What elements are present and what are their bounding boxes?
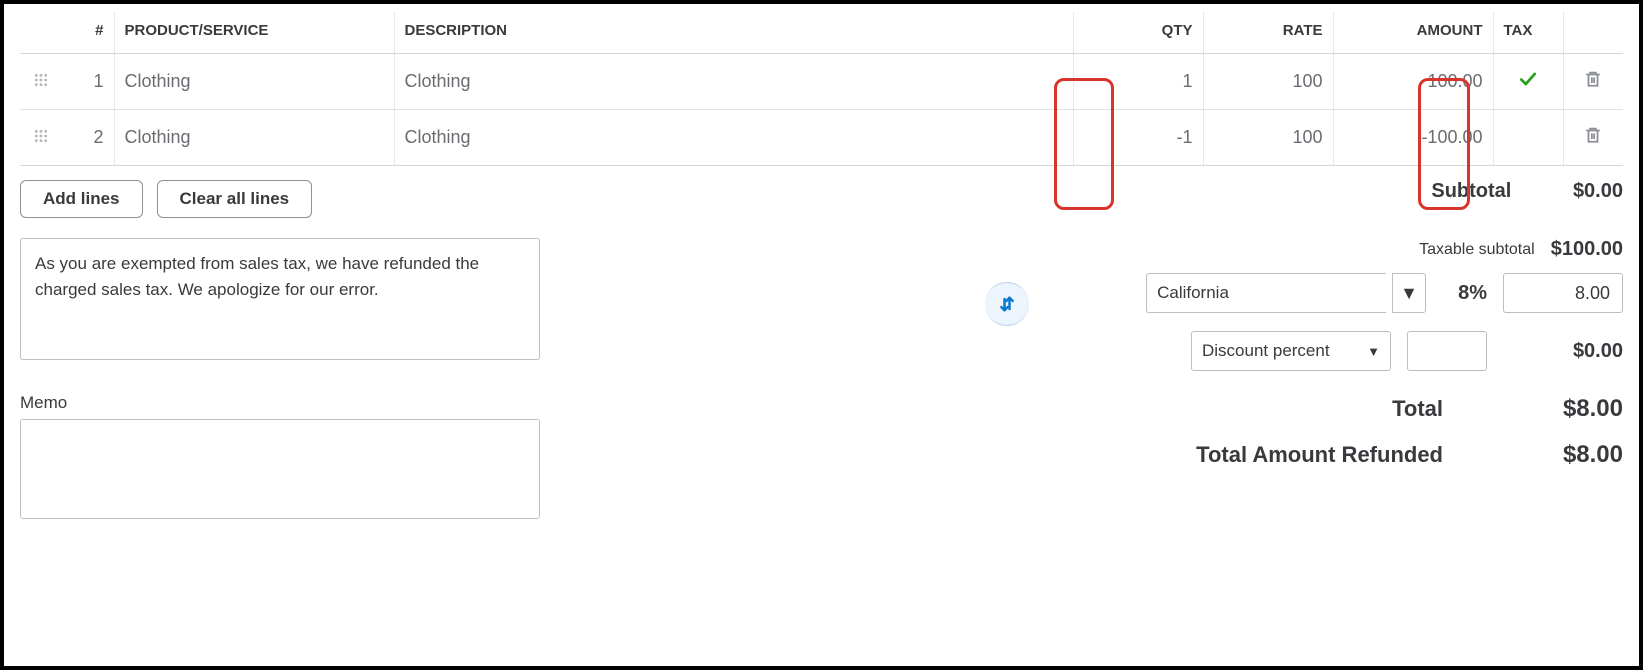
drag-handle-icon[interactable] (34, 129, 48, 143)
tax-jurisdiction-value: California (1157, 283, 1229, 303)
col-qty: QTY (1073, 12, 1203, 54)
refunded-label: Total Amount Refunded (1196, 442, 1443, 468)
row-num: 2 (62, 110, 114, 166)
taxable-subtotal-label: Taxable subtotal (1419, 241, 1535, 259)
tax-check-icon[interactable] (1519, 70, 1537, 88)
col-delete (1563, 12, 1623, 54)
clear-all-lines-button[interactable]: Clear all lines (157, 180, 313, 218)
row-rate[interactable]: 100 (1203, 110, 1333, 166)
row-product[interactable]: Clothing (114, 110, 394, 166)
col-tax: TAX (1493, 12, 1563, 54)
invoice-panel: # PRODUCT/SERVICE DESCRIPTION QTY RATE A… (0, 0, 1643, 670)
subtotal-value: $0.00 (1573, 180, 1623, 202)
row-description[interactable]: Clothing (394, 54, 1073, 110)
tax-select-caret[interactable]: ▼ (1392, 273, 1426, 313)
row-description[interactable]: Clothing (394, 110, 1073, 166)
refunded-value: $8.00 (1503, 441, 1623, 469)
discount-type-value: Discount percent (1202, 341, 1330, 361)
delete-row-icon[interactable] (1584, 70, 1602, 88)
customer-note-input[interactable] (20, 238, 540, 360)
row-rate[interactable]: 100 (1203, 54, 1333, 110)
row-product[interactable]: Clothing (114, 54, 394, 110)
tax-jurisdiction-select[interactable]: California (1146, 273, 1386, 313)
row-amount[interactable]: -100.00 (1333, 110, 1493, 166)
subtotal-line: Subtotal $0.00 (1431, 180, 1623, 203)
table-row[interactable]: 2 Clothing Clothing -1 100 -100.00 (20, 110, 1623, 166)
table-row[interactable]: 1 Clothing Clothing 1 100 100.00 (20, 54, 1623, 110)
total-value: $8.00 (1503, 395, 1623, 423)
col-num: # (62, 12, 114, 54)
row-qty[interactable]: -1 (1073, 110, 1203, 166)
drag-handle-icon[interactable] (34, 73, 48, 87)
memo-input[interactable] (20, 419, 540, 519)
total-label: Total (1392, 396, 1443, 422)
line-items-table: # PRODUCT/SERVICE DESCRIPTION QTY RATE A… (20, 12, 1623, 166)
row-amount[interactable]: 100.00 (1333, 54, 1493, 110)
row-num: 1 (62, 54, 114, 110)
caret-down-icon: ▼ (1400, 283, 1418, 304)
discount-type-select[interactable]: Discount percent ▼ (1191, 331, 1391, 371)
discount-amount: $0.00 (1503, 340, 1623, 363)
taxable-subtotal-value: $100.00 (1551, 238, 1623, 261)
swap-order-icon[interactable] (985, 282, 1029, 326)
delete-row-icon[interactable] (1584, 126, 1602, 144)
col-drag (20, 12, 62, 54)
discount-value-input[interactable] (1407, 331, 1487, 371)
col-description: DESCRIPTION (394, 12, 1073, 54)
tax-percent: 8% (1458, 282, 1487, 305)
col-amount: AMOUNT (1333, 12, 1493, 54)
tax-amount-input[interactable] (1503, 273, 1623, 313)
col-product: PRODUCT/SERVICE (114, 12, 394, 54)
add-lines-button[interactable]: Add lines (20, 180, 143, 218)
subtotal-label: Subtotal (1431, 180, 1511, 202)
row-qty[interactable]: 1 (1073, 54, 1203, 110)
row-tax-empty[interactable] (1493, 110, 1563, 166)
col-rate: RATE (1203, 12, 1333, 54)
memo-label: Memo (20, 393, 560, 413)
caret-down-icon: ▼ (1367, 344, 1380, 359)
